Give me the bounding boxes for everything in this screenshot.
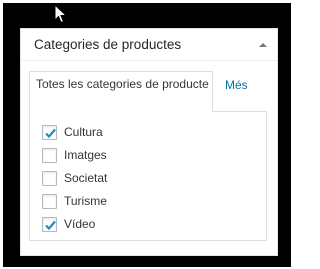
metabox-title: Categories de productes xyxy=(34,37,182,52)
category-item-turisme[interactable]: Turisme xyxy=(42,192,107,210)
metabox-header: Categories de productes xyxy=(21,29,277,61)
category-label: Vídeo xyxy=(64,217,96,231)
tab-all-categories[interactable]: Totes les categories de producte xyxy=(29,71,213,112)
category-item-imatges[interactable]: Imatges xyxy=(42,146,107,164)
category-checkbox[interactable] xyxy=(42,216,57,232)
category-checkbox[interactable] xyxy=(42,124,57,140)
category-checkbox[interactable] xyxy=(42,193,57,209)
category-tabs: Totes les categories de producte Més usa… xyxy=(29,71,273,112)
category-checkbox[interactable] xyxy=(42,147,57,163)
category-item-cultura[interactable]: Cultura xyxy=(42,123,103,141)
collapse-toggle-icon[interactable] xyxy=(257,39,269,51)
tab-all-categories-label: Totes les categories de producte xyxy=(36,77,209,91)
product-categories-metabox: Categories de productes Totes les catego… xyxy=(20,28,278,256)
tab-most-used-label-line1: Més xyxy=(225,78,248,92)
category-checkbox[interactable] xyxy=(42,170,57,186)
category-label: Imatges xyxy=(64,148,107,162)
mouse-pointer-icon xyxy=(54,4,68,24)
category-label: Turisme xyxy=(64,194,107,208)
category-label: Cultura xyxy=(64,125,103,139)
category-checklist: Cultura Imatges Societat Turisme Vídeo xyxy=(29,111,267,241)
category-item-video[interactable]: Vídeo xyxy=(42,215,95,233)
category-item-societat[interactable]: Societat xyxy=(42,169,107,187)
category-label: Societat xyxy=(64,171,108,185)
